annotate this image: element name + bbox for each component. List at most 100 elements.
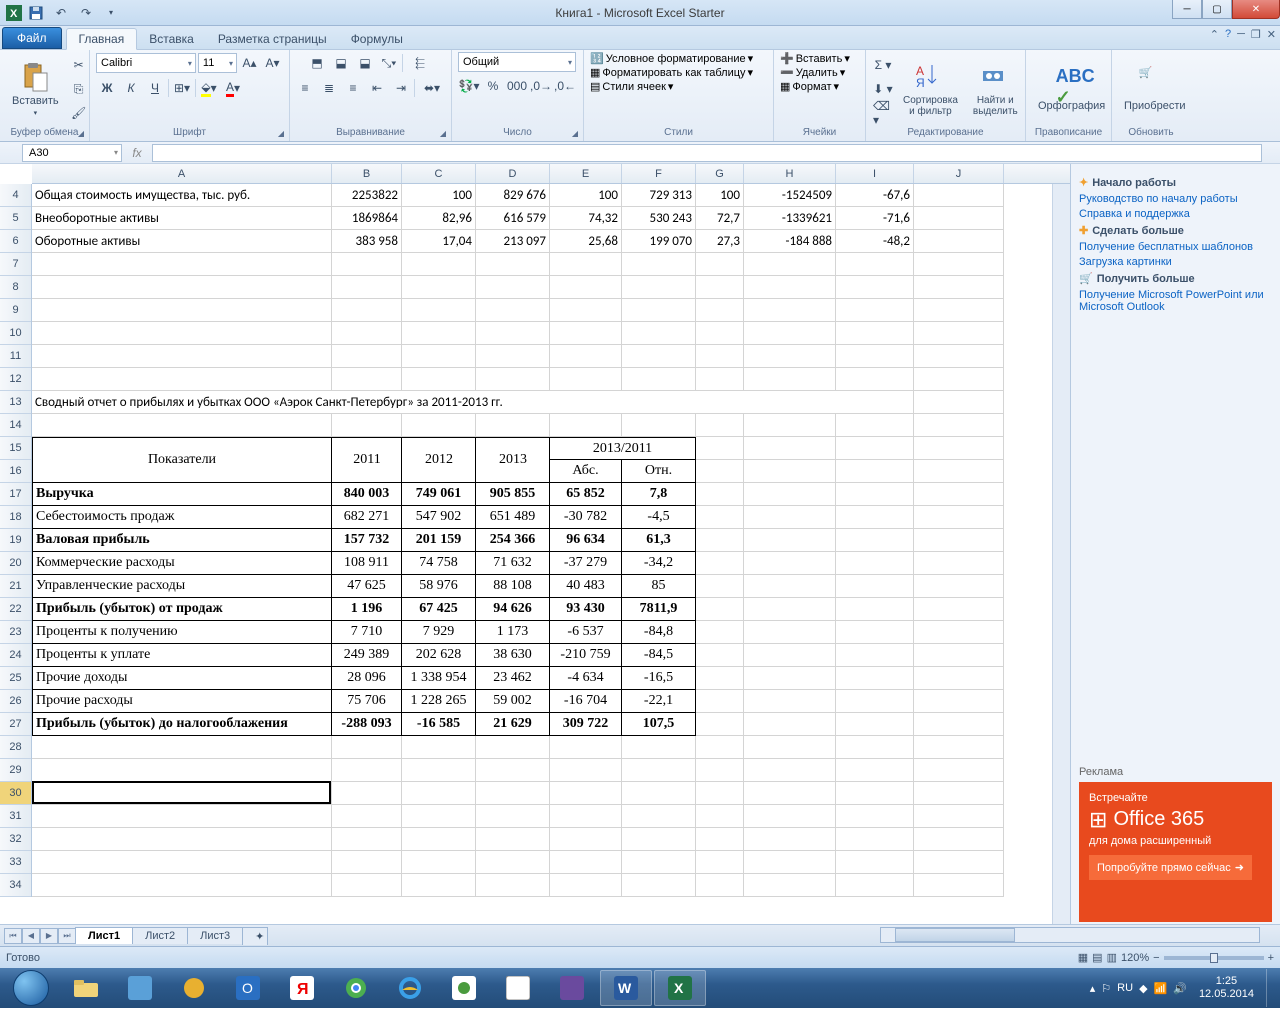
cell[interactable]: 88 108	[476, 575, 550, 598]
tray-icon1[interactable]: ◆	[1139, 982, 1147, 995]
cell[interactable]	[914, 460, 1004, 483]
sheet-tab-1[interactable]: Лист1	[75, 927, 133, 944]
row-header-13[interactable]: 13	[0, 391, 31, 414]
cell[interactable]: 2013/2011	[550, 437, 696, 460]
tab-layout[interactable]: Разметка страницы	[206, 29, 339, 49]
cell[interactable]	[476, 322, 550, 345]
cell[interactable]	[622, 736, 696, 759]
tb-app4[interactable]	[492, 970, 544, 1006]
cell[interactable]	[836, 805, 914, 828]
cell[interactable]	[332, 782, 402, 805]
cell[interactable]: 1 228 265	[402, 690, 476, 713]
cell[interactable]: 21 629	[476, 713, 550, 736]
cell[interactable]	[332, 759, 402, 782]
cell[interactable]: Общая стоимость имущества, тыс. руб.	[32, 184, 332, 207]
cell[interactable]	[550, 322, 622, 345]
cell[interactable]	[744, 828, 836, 851]
cell[interactable]	[914, 782, 1004, 805]
clipboard-launcher[interactable]: ◢	[75, 127, 87, 139]
row-header-9[interactable]: 9	[0, 299, 31, 322]
cell[interactable]	[914, 552, 1004, 575]
number-launcher[interactable]: ◢	[569, 127, 581, 139]
undo-icon[interactable]: ↶	[50, 2, 72, 24]
col-header-B[interactable]: B	[332, 164, 402, 183]
view-break-icon[interactable]: ▥	[1107, 951, 1117, 964]
cell[interactable]	[914, 207, 1004, 230]
cell[interactable]	[696, 713, 744, 736]
cell[interactable]	[836, 253, 914, 276]
cell[interactable]	[696, 759, 744, 782]
cell[interactable]	[914, 690, 1004, 713]
cell[interactable]	[696, 276, 744, 299]
zoom-in-button[interactable]: +	[1268, 952, 1274, 964]
cell[interactable]	[914, 851, 1004, 874]
cell[interactable]	[744, 575, 836, 598]
horizontal-scrollbar[interactable]	[880, 927, 1260, 943]
cell[interactable]	[744, 851, 836, 874]
currency-icon[interactable]: 💱▾	[458, 75, 480, 97]
borders-icon[interactable]: ⊞▾	[171, 77, 193, 99]
cell[interactable]	[622, 253, 696, 276]
cell[interactable]: 71 632	[476, 552, 550, 575]
cell[interactable]: Прочие расходы	[32, 690, 332, 713]
tab-insert[interactable]: Вставка	[137, 29, 206, 49]
tray-flag-icon[interactable]: ⚐	[1101, 982, 1111, 995]
col-header-G[interactable]: G	[696, 164, 744, 183]
fill-icon[interactable]: ⬇ ▾	[872, 78, 894, 100]
cell[interactable]	[332, 345, 402, 368]
cell[interactable]: -71,6	[836, 207, 914, 230]
vertical-scrollbar[interactable]	[1052, 184, 1070, 924]
cell[interactable]	[914, 874, 1004, 897]
col-header-H[interactable]: H	[744, 164, 836, 183]
cell[interactable]: -84,5	[622, 644, 696, 667]
cell[interactable]: -48,2	[836, 230, 914, 253]
cell[interactable]	[402, 299, 476, 322]
cell[interactable]	[696, 460, 744, 483]
cell[interactable]: -67,6	[836, 184, 914, 207]
formula-bar[interactable]	[152, 144, 1262, 162]
row-header-6[interactable]: 6	[0, 230, 31, 253]
cell[interactable]: 383 958	[332, 230, 402, 253]
cell[interactable]	[696, 529, 744, 552]
cell[interactable]	[914, 253, 1004, 276]
cell[interactable]	[402, 460, 476, 483]
cell[interactable]	[32, 322, 332, 345]
cell[interactable]: Сводный отчет о прибылях и убытках ООО «…	[32, 391, 914, 414]
cell[interactable]	[744, 713, 836, 736]
cell[interactable]	[744, 736, 836, 759]
cell[interactable]	[744, 345, 836, 368]
cell[interactable]: Коммерческие расходы	[32, 552, 332, 575]
cell[interactable]	[836, 460, 914, 483]
cell[interactable]	[914, 299, 1004, 322]
cell[interactable]	[32, 414, 332, 437]
cell[interactable]: 7 710	[332, 621, 402, 644]
name-box[interactable]: A30	[22, 144, 122, 162]
tb-app1[interactable]	[114, 970, 166, 1006]
row-header-32[interactable]: 32	[0, 828, 31, 851]
cell[interactable]	[836, 299, 914, 322]
cell[interactable]: -16,5	[622, 667, 696, 690]
cell[interactable]: 7 929	[402, 621, 476, 644]
cell[interactable]	[696, 483, 744, 506]
cell[interactable]	[914, 368, 1004, 391]
cell[interactable]: Абс.	[550, 460, 622, 483]
copy-icon[interactable]: ⎘	[68, 78, 90, 100]
cell[interactable]: Выручка	[32, 483, 332, 506]
wrap-text-icon[interactable]: ⬱	[405, 52, 435, 74]
cell[interactable]	[696, 437, 744, 460]
cell[interactable]	[836, 368, 914, 391]
cell[interactable]	[744, 529, 836, 552]
cell[interactable]: Себестоимость продаж	[32, 506, 332, 529]
cell[interactable]	[696, 805, 744, 828]
align-top-icon[interactable]: ⬒	[306, 52, 328, 74]
cell[interactable]: Проценты к получению	[32, 621, 332, 644]
cell[interactable]	[476, 253, 550, 276]
cell[interactable]: 40 483	[550, 575, 622, 598]
cell[interactable]: 829 676	[476, 184, 550, 207]
cell[interactable]	[476, 276, 550, 299]
show-desktop-button[interactable]	[1266, 969, 1276, 1007]
cell[interactable]	[332, 253, 402, 276]
cell[interactable]: 905 855	[476, 483, 550, 506]
cell[interactable]	[696, 414, 744, 437]
tray-volume-icon[interactable]: 🔊	[1173, 982, 1187, 995]
